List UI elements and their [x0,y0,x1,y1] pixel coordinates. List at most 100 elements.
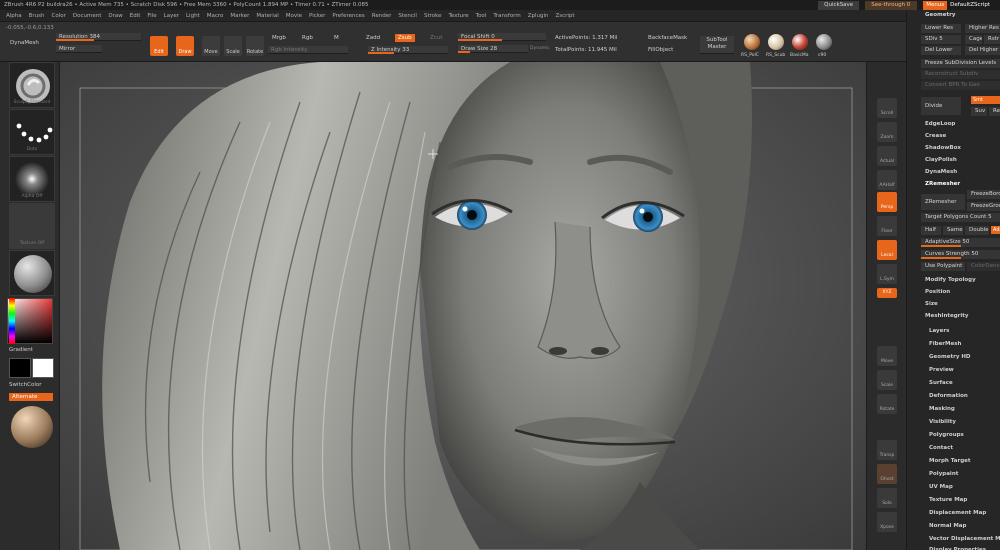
rotate-view-button[interactable]: Rotate [877,394,897,414]
menu-document[interactable]: Document [73,13,102,19]
menu-file[interactable]: File [147,13,156,19]
shadowbox-subpalette[interactable]: ShadowBox [921,143,961,153]
reconstruct-subdiv-button[interactable]: Reconstruct Subdiv [921,70,1000,79]
preview-subpalette[interactable]: Preview [925,365,954,375]
m-button[interactable]: M [334,35,339,41]
menu-movie[interactable]: Movie [286,13,302,19]
menu-brush[interactable]: Brush [29,13,45,19]
contact-subpalette[interactable]: Contact [925,443,953,453]
focal-shift-slider[interactable]: Focal Shift 0 [458,33,546,41]
switchcolor-button[interactable]: SwitchColor [9,382,42,388]
scroll-button[interactable]: Scroll [877,98,897,118]
uv-map-subpalette[interactable]: UV Map [925,482,953,492]
resolution-slider[interactable]: Resolution 384 [56,33,141,41]
morph-target-subpalette[interactable]: Morph Target [925,456,971,466]
xyz-button[interactable]: XYZ [877,288,897,298]
persp-button[interactable]: Persp [877,192,897,212]
surface-subpalette[interactable]: Surface [925,378,953,388]
see-through-slider[interactable]: See-through 0 [865,0,918,10]
display-properties-subpalette[interactable]: Display Properties [925,545,986,550]
size-subpalette[interactable]: Size [921,299,938,309]
mirror-button[interactable]: Mirror [56,45,102,53]
edit-button[interactable]: Edit [150,36,168,56]
del-lower-button[interactable]: Del Lower [921,46,961,55]
scale-button[interactable]: Scale [224,36,242,56]
cage-button[interactable]: Cage [965,35,982,44]
subtool-master-button[interactable]: SubTool Master [700,36,734,54]
edgeloop-subpalette[interactable]: EdgeLoop [921,119,955,129]
adapt-toggle[interactable]: Adapt [991,226,1000,234]
colordensity-slider[interactable]: ColorDensity [967,262,1000,271]
local-button[interactable]: Local [877,240,897,260]
menu-macro[interactable]: Macro [207,13,224,19]
suv-toggle[interactable]: Suv [971,107,987,116]
meshintegrity-subpalette[interactable]: MeshIntegrity [921,311,968,321]
zadd-button[interactable]: Zadd [366,35,380,41]
zcut-button[interactable]: Zcut [430,35,442,41]
menu-marker[interactable]: Marker [230,13,249,19]
menu-layer[interactable]: Layer [164,13,179,19]
zoom-button[interactable]: Zoom [877,122,897,142]
menu-material[interactable]: Material [256,13,278,19]
claypolish-subpalette[interactable]: ClayPolish [921,155,957,165]
menu-render[interactable]: Render [372,13,392,19]
masking-subpalette[interactable]: Masking [925,404,955,414]
layers-subpalette[interactable]: Layers [925,326,949,336]
sdiv-slider[interactable]: SDiv 5 [921,35,961,44]
vector-displacement-subpalette[interactable]: Vector Displacement Map [925,534,1000,544]
menu-transform[interactable]: Transform [493,13,520,19]
crease-subpalette[interactable]: Crease [921,131,946,141]
dynamesh-shelf-button[interactable]: DynaMesh [10,40,39,46]
aahalf-button[interactable]: AAHalf [877,170,897,190]
zremesher-button[interactable]: ZRemesher [921,194,965,210]
menu-edit[interactable]: Edit [130,13,141,19]
material-ball-basic[interactable] [792,34,808,50]
menu-draw[interactable]: Draw [108,13,122,19]
quicksave-button[interactable]: QuickSave [818,0,860,10]
hue-strip[interactable] [9,298,15,344]
deformation-subpalette[interactable]: Deformation [925,391,968,401]
polygroups-subpalette[interactable]: Polygroups [925,430,964,440]
menu-picker[interactable]: Picker [309,13,325,19]
active-material-sphere[interactable] [11,406,53,448]
freeze-border-button[interactable]: FreezeBorder [967,190,1000,199]
transp-button[interactable]: Transp [877,440,897,460]
menu-stroke[interactable]: Stroke [424,13,442,19]
adaptive-size-slider[interactable]: AdaptiveSize 50 [921,238,1000,247]
xpose-button[interactable]: Xpose [877,512,897,532]
actual-button[interactable]: Actual [877,146,897,166]
scale-view-button[interactable]: Scale [877,370,897,390]
menu-stencil[interactable]: Stencil [398,13,417,19]
half-button[interactable]: Half [921,226,941,235]
convert-bpr-button[interactable]: Convert BPR To Geo [921,81,1000,90]
polypaint-subpalette[interactable]: Polypaint [925,469,958,479]
fillobject-button[interactable]: FillObject [648,47,673,53]
curves-strength-slider[interactable]: Curves Strength 50 [921,250,1000,259]
solo-button[interactable]: Solo [877,488,897,508]
menu-preferences[interactable]: Preferences [332,13,364,19]
texture-map-subpalette[interactable]: Texture Map [925,495,967,505]
draw-size-slider[interactable]: Draw Size 28 [458,45,528,53]
menu-zscript[interactable]: Zscript [555,13,574,19]
z-intensity-slider[interactable]: Z Intensity 33 [368,46,448,54]
fibermesh-subpalette[interactable]: FiberMesh [925,339,961,349]
del-higher-button[interactable]: Del Higher [965,46,1000,55]
higher-res-button[interactable]: Higher Res [965,24,1000,33]
lower-res-button[interactable]: Lower Res [921,24,961,33]
menu-zplugin[interactable]: Zplugin [528,13,549,19]
position-subpalette[interactable]: Position [921,287,950,297]
menu-texture[interactable]: Texture [449,13,469,19]
target-polygons-slider[interactable]: Target Polygons Count 5 [921,213,1000,222]
material-ball-c90[interactable] [816,34,832,50]
menu-color[interactable]: Color [52,13,66,19]
normal-map-subpalette[interactable]: Normal Map [925,521,966,531]
floor-button[interactable]: Floor [877,216,897,236]
rgb-button[interactable]: Rgb [302,35,313,41]
dynamic-button[interactable]: Dynamic [530,46,550,51]
dynamesh-subpalette[interactable]: DynaMesh [921,167,957,177]
ghost-button[interactable]: Ghost [877,464,897,484]
zsub-button[interactable]: Zsub [395,34,415,42]
material-ball-rs-scub[interactable] [768,34,784,50]
reuv-toggle[interactable]: ReUV [989,107,1000,116]
menu-tool[interactable]: Tool [476,13,487,19]
